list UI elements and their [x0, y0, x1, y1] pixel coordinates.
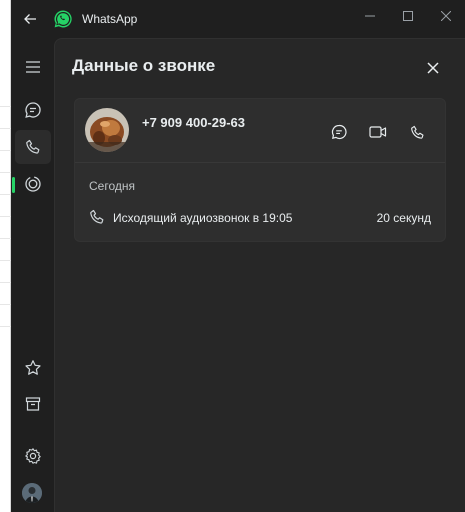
menu-button[interactable]: [15, 50, 51, 84]
minimize-icon: [365, 15, 375, 17]
status-icon: [25, 176, 41, 192]
sidebar-item-starred[interactable]: [15, 351, 51, 385]
whatsapp-window: WhatsApp Данные о звонке +7 909 400-29-6…: [11, 0, 465, 512]
minimize-button[interactable]: [351, 0, 389, 32]
archive-icon: [25, 397, 41, 411]
calls-icon: [26, 139, 40, 154]
message-icon: [331, 124, 347, 140]
call-details-panel: Данные о звонке +7 909 400-29-63 Сегодня…: [54, 38, 465, 512]
sidebar: [11, 38, 54, 512]
panel-title: Данные о звонке: [72, 56, 216, 75]
sidebar-item-chats[interactable]: [15, 93, 51, 127]
chats-icon: [25, 102, 41, 118]
menu-icon: [26, 61, 40, 73]
profile-avatar[interactable]: [22, 483, 42, 503]
maximize-icon: [403, 11, 413, 21]
contact-avatar[interactable]: [85, 108, 129, 152]
call-entry-duration: 20 секунд: [376, 211, 431, 225]
close-icon: [427, 62, 439, 74]
card-divider: [75, 162, 445, 163]
outgoing-call-icon: [90, 209, 104, 224]
sidebar-item-calls[interactable]: [15, 130, 51, 164]
title-bar: WhatsApp: [11, 0, 465, 38]
profile-photo: [22, 483, 42, 503]
contact-photo: [85, 108, 129, 152]
whatsapp-logo-icon: [54, 10, 72, 28]
sidebar-item-status[interactable]: [15, 167, 51, 201]
close-icon: [441, 11, 451, 21]
close-window-button[interactable]: [427, 0, 465, 32]
background-window-edge: [0, 0, 11, 512]
voice-call-icon: [410, 125, 423, 139]
call-entry-description: Исходящий аудиозвонок в 19:05: [113, 211, 293, 225]
back-arrow-icon: [24, 14, 36, 24]
close-panel-button[interactable]: [421, 56, 445, 80]
call-info-card: +7 909 400-29-63 Сегодня Исходящий аудио…: [74, 98, 446, 242]
sidebar-item-settings[interactable]: [15, 439, 51, 473]
video-call-button[interactable]: [365, 119, 391, 145]
starred-icon: [25, 360, 41, 375]
maximize-button[interactable]: [389, 0, 427, 32]
call-day-label: Сегодня: [89, 179, 135, 193]
contact-name: +7 909 400-29-63: [142, 115, 246, 130]
app-title: WhatsApp: [82, 12, 138, 26]
message-button[interactable]: [326, 119, 352, 145]
settings-icon: [25, 448, 41, 464]
back-button[interactable]: [11, 0, 49, 38]
sidebar-item-archive[interactable]: [15, 387, 51, 421]
video-call-icon: [369, 126, 387, 138]
window-controls: [351, 0, 465, 32]
voice-call-button[interactable]: [404, 119, 430, 145]
